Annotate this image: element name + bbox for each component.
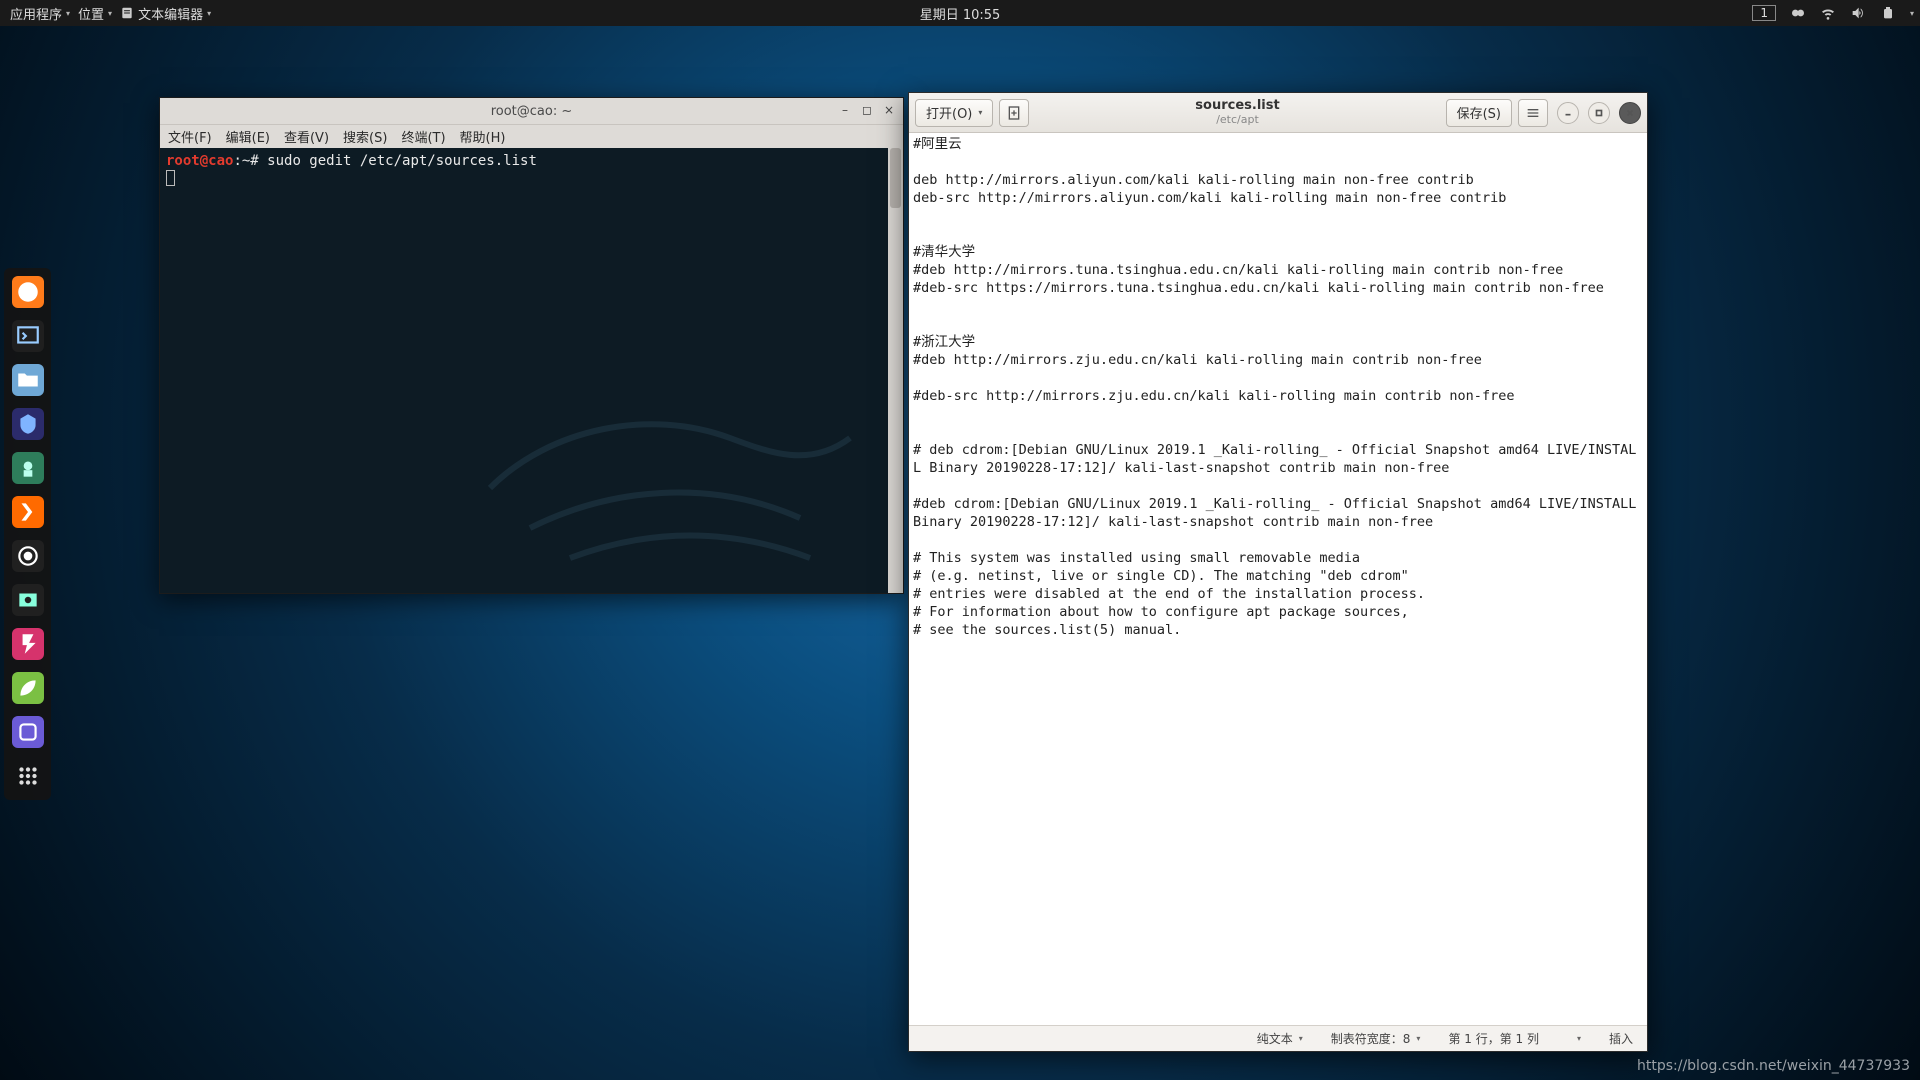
insert-mode: 插入 bbox=[1609, 1030, 1633, 1047]
dock-files[interactable] bbox=[12, 364, 44, 396]
gedit-filepath: /etc/apt bbox=[1035, 114, 1439, 126]
dock-metasploit[interactable] bbox=[12, 408, 44, 440]
battery-icon[interactable] bbox=[1880, 5, 1896, 21]
record-icon[interactable] bbox=[1790, 5, 1806, 21]
dock-terminal[interactable] bbox=[12, 320, 44, 352]
menu-edit[interactable]: 编辑(E) bbox=[226, 127, 270, 146]
dock-obs[interactable] bbox=[12, 540, 44, 572]
system-menu-chevron[interactable]: ▾ bbox=[1910, 9, 1914, 18]
dock-firefox[interactable] bbox=[12, 276, 44, 308]
terminal-menubar: 文件(F) 编辑(E) 查看(V) 搜索(S) 终端(T) 帮助(H) bbox=[160, 124, 903, 148]
clock[interactable]: 星期日 10:55 bbox=[920, 4, 1001, 23]
dock-app-green[interactable] bbox=[12, 452, 44, 484]
terminal-command: sudo gedit /etc/apt/sources.list bbox=[259, 153, 537, 169]
dock-leaf[interactable] bbox=[12, 672, 44, 704]
gedit-maximize-button[interactable] bbox=[1588, 102, 1610, 124]
new-tab-button[interactable] bbox=[999, 99, 1029, 127]
terminal-titlebar[interactable]: root@cao: ~ – ◻ × bbox=[160, 98, 903, 124]
gedit-content: #阿里云 deb http://mirrors.aliyun.com/kali … bbox=[909, 133, 1647, 641]
gedit-text-area[interactable]: #阿里云 deb http://mirrors.aliyun.com/kali … bbox=[909, 133, 1647, 1025]
terminal-window: root@cao: ~ – ◻ × 文件(F) 编辑(E) 查看(V) 搜索(S… bbox=[159, 97, 904, 594]
menu-help[interactable]: 帮助(H) bbox=[460, 127, 506, 146]
gedit-headerbar: 打开(O)▾ sources.list /etc/apt 保存(S) bbox=[909, 93, 1647, 133]
kali-dragon-watermark bbox=[460, 328, 880, 588]
new-document-icon bbox=[1006, 105, 1022, 121]
watermark: https://blog.csdn.net/weixin_44737933 bbox=[1637, 1058, 1910, 1074]
menu-view[interactable]: 查看(V) bbox=[284, 127, 329, 146]
save-button[interactable]: 保存(S) bbox=[1446, 99, 1512, 127]
terminal-body[interactable]: root@cao:~# sudo gedit /etc/apt/sources.… bbox=[160, 148, 903, 593]
menu-applications[interactable]: 应用程序▾ bbox=[6, 4, 74, 23]
dock-atom[interactable] bbox=[12, 716, 44, 748]
tabwidth-selector[interactable]: 制表符宽度：8▾ bbox=[1331, 1030, 1421, 1047]
dock-faraday[interactable] bbox=[12, 628, 44, 660]
workspace-indicator[interactable]: 1 bbox=[1752, 5, 1776, 21]
dock-burpsuite[interactable] bbox=[12, 496, 44, 528]
menu-terminal[interactable]: 终端(T) bbox=[401, 127, 445, 146]
hamburger-menu-button[interactable] bbox=[1518, 99, 1548, 127]
dock-activities[interactable] bbox=[12, 760, 44, 792]
syntax-selector[interactable]: 纯文本▾ bbox=[1257, 1030, 1303, 1047]
menu-file[interactable]: 文件(F) bbox=[168, 127, 212, 146]
active-app-indicator[interactable]: 文本编辑器▾ bbox=[116, 4, 215, 23]
gedit-icon bbox=[120, 6, 134, 20]
dock-recorder[interactable] bbox=[12, 584, 44, 616]
menu-search[interactable]: 搜索(S) bbox=[343, 127, 387, 146]
open-button[interactable]: 打开(O)▾ bbox=[915, 99, 993, 127]
hamburger-icon bbox=[1525, 105, 1541, 121]
gedit-statusbar: 纯文本▾ 制表符宽度：8▾ 第 1 行，第 1 列▾ 插入 bbox=[909, 1025, 1647, 1051]
terminal-cursor bbox=[166, 170, 175, 186]
volume-icon[interactable] bbox=[1850, 5, 1866, 21]
menu-places[interactable]: 位置▾ bbox=[74, 4, 116, 23]
maximize-button[interactable]: ◻ bbox=[857, 101, 877, 119]
close-button[interactable]: × bbox=[879, 101, 899, 119]
minimize-button[interactable]: – bbox=[835, 101, 855, 119]
terminal-scrollbar[interactable] bbox=[888, 148, 903, 593]
gedit-close-button[interactable] bbox=[1619, 102, 1641, 124]
top-panel: 应用程序▾ 位置▾ 文本编辑器▾ 星期日 10:55 1 ▾ bbox=[0, 0, 1920, 26]
prompt-user: root@cao bbox=[166, 153, 233, 169]
wifi-icon[interactable] bbox=[1820, 5, 1836, 21]
gedit-window: 打开(O)▾ sources.list /etc/apt 保存(S) #阿里云 … bbox=[908, 92, 1648, 1052]
gedit-minimize-button[interactable] bbox=[1557, 102, 1579, 124]
gedit-filename: sources.list bbox=[1035, 99, 1439, 113]
cursor-position[interactable]: 第 1 行，第 1 列▾ bbox=[1448, 1030, 1581, 1047]
terminal-title: root@cao: ~ bbox=[491, 104, 573, 119]
dock bbox=[4, 268, 51, 800]
